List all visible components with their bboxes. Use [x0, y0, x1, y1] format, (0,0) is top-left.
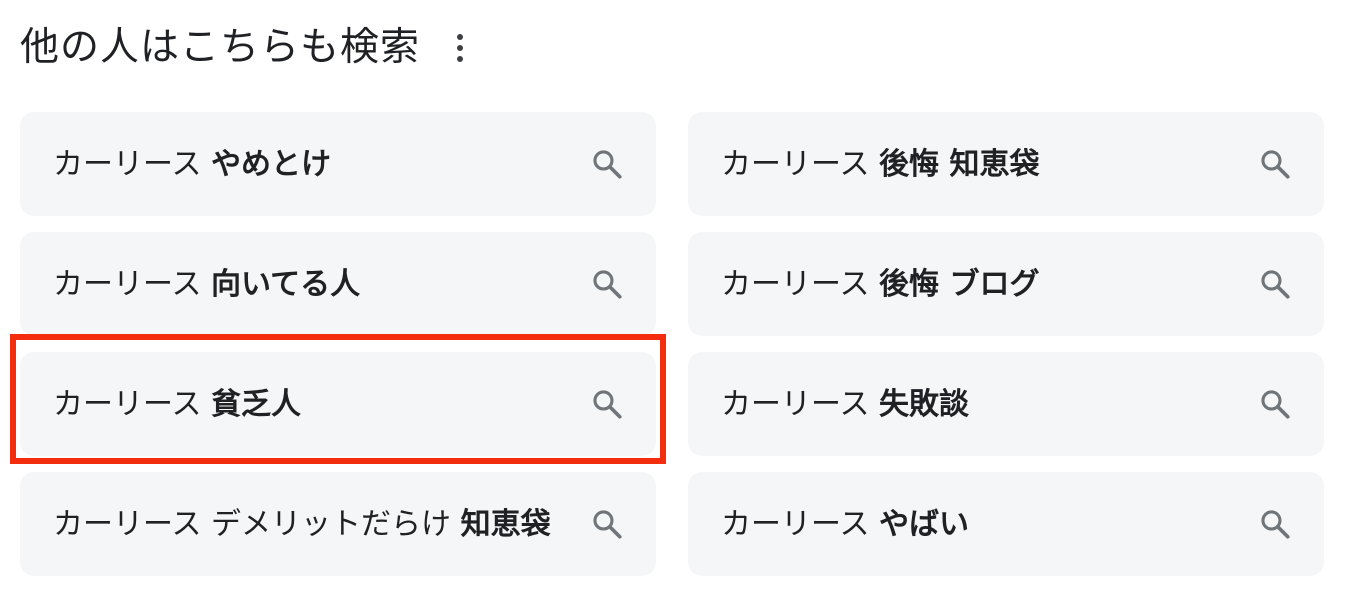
- related-search-chip[interactable]: カーリース 貧乏人: [20, 352, 656, 456]
- search-icon: [1261, 150, 1290, 179]
- chip-label: カーリース 向いてる人: [53, 261, 360, 308]
- search-icon: [593, 390, 622, 419]
- chip-query-bold: 失敗談: [879, 386, 970, 422]
- chip-query-bold: 後悔 知恵袋: [879, 146, 1040, 182]
- more-vert-icon: [457, 34, 464, 40]
- search-icon: [1261, 510, 1290, 539]
- chip-query-bold: やばい: [879, 506, 970, 542]
- chip-query-prefix: カーリース: [53, 146, 212, 182]
- more-vert-icon-dot: [457, 45, 464, 51]
- chip-label: カーリース やばい: [721, 501, 969, 548]
- search-icon: [593, 270, 622, 299]
- chip-label: カーリース 失敗談: [721, 381, 969, 428]
- chip-label: カーリース デメリットだらけ 知恵袋: [53, 501, 551, 548]
- chip-query-prefix: カーリース: [721, 146, 880, 182]
- chip-label: カーリース 貧乏人: [53, 381, 301, 428]
- chip-query-bold: 知恵袋: [460, 506, 551, 542]
- related-searches-header: 他の人はこちらも検索: [20, 18, 470, 78]
- chip-query-prefix: カーリース: [721, 506, 880, 542]
- chip-query-bold: 後悔 ブログ: [879, 266, 1040, 302]
- search-icon: [1261, 390, 1290, 419]
- chip-query-prefix: カーリース: [53, 386, 212, 422]
- related-search-chip[interactable]: カーリース 後悔 ブログ: [688, 232, 1324, 336]
- chip-query-prefix: カーリース: [721, 386, 880, 422]
- related-search-chip[interactable]: カーリース デメリットだらけ 知恵袋: [20, 472, 656, 576]
- search-icon: [593, 510, 622, 539]
- related-search-chip[interactable]: カーリース 後悔 知恵袋: [688, 112, 1324, 216]
- more-options-button[interactable]: [450, 28, 470, 68]
- chip-query-prefix: カーリース デメリットだらけ: [53, 506, 461, 542]
- related-search-chip[interactable]: カーリース 失敗談: [688, 352, 1324, 456]
- chip-query-prefix: カーリース: [721, 266, 880, 302]
- related-search-chip[interactable]: カーリース やめとけ: [20, 112, 656, 216]
- chip-query-prefix: カーリース: [53, 266, 212, 302]
- chip-label: カーリース 後悔 ブログ: [721, 261, 1040, 308]
- search-icon: [1261, 270, 1290, 299]
- more-vert-icon-dot: [457, 56, 464, 62]
- section-title: 他の人はこちらも検索: [20, 25, 421, 70]
- related-search-chip[interactable]: カーリース やばい: [688, 472, 1324, 576]
- related-search-chip[interactable]: カーリース 向いてる人: [20, 232, 656, 336]
- chip-query-bold: やめとけ: [211, 146, 332, 182]
- chip-label: カーリース やめとけ: [53, 141, 331, 188]
- chip-label: カーリース 後悔 知恵袋: [721, 141, 1040, 188]
- chip-query-bold: 貧乏人: [211, 386, 302, 422]
- chip-query-bold: 向いてる人: [211, 266, 361, 302]
- search-icon: [593, 150, 622, 179]
